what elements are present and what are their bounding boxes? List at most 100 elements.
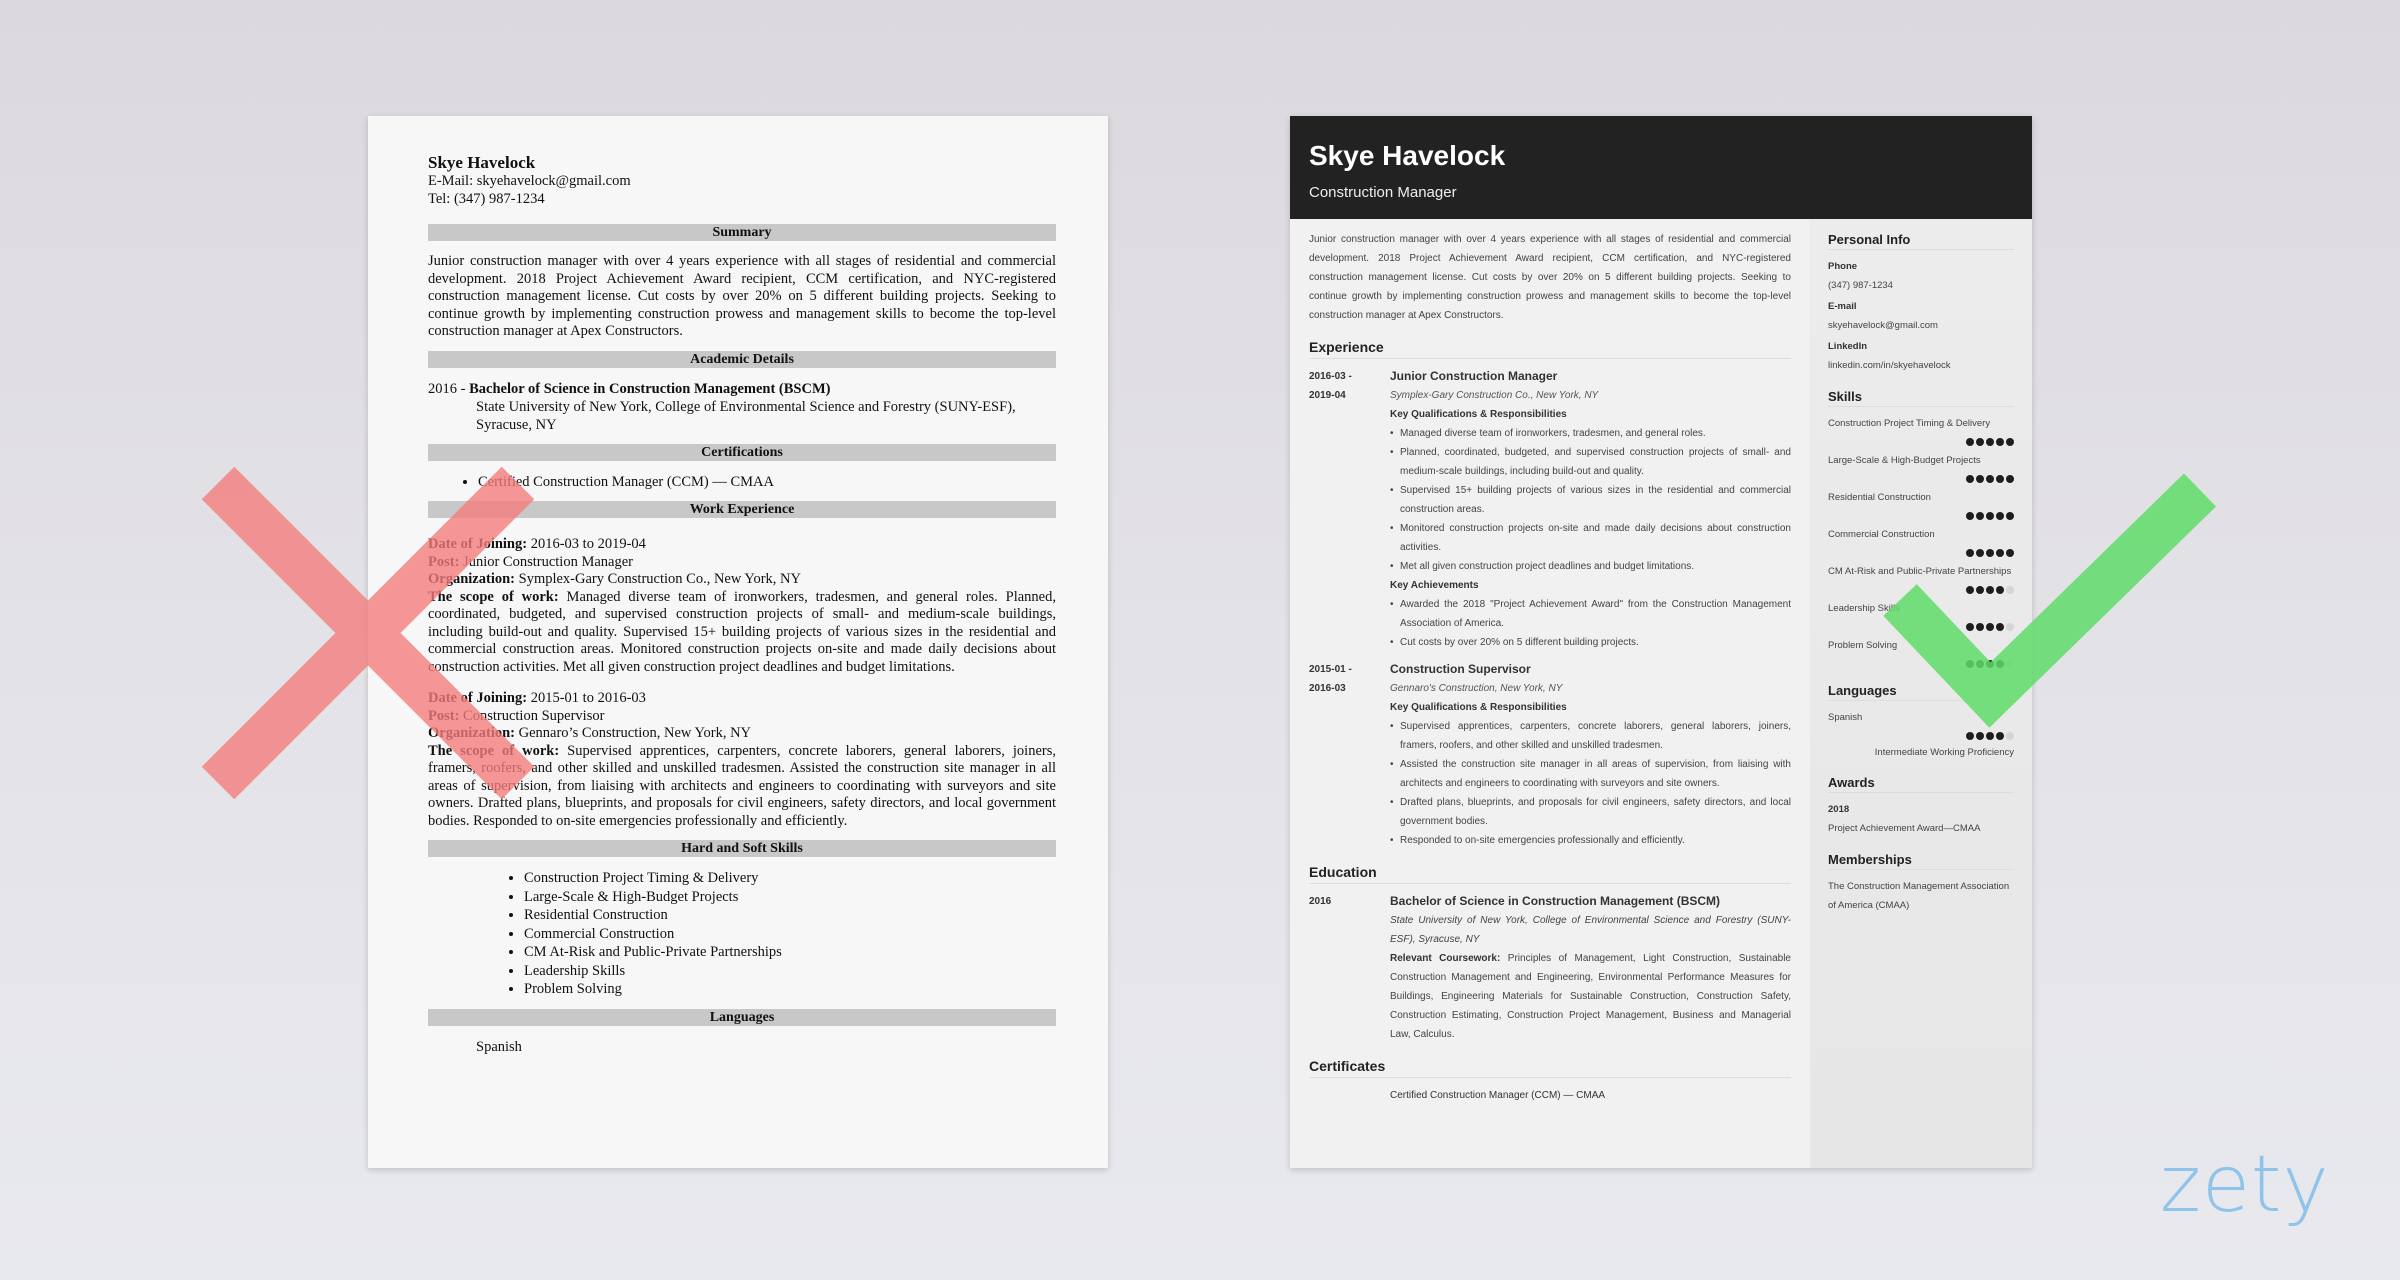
section-bar-academic: Academic Details xyxy=(428,350,1056,368)
heading-personal-info: Personal Info xyxy=(1828,232,2014,250)
list-item: Problem Solving xyxy=(524,980,1056,999)
zety-logo: zety xyxy=(2160,1140,2330,1230)
section-bar-languages: Languages xyxy=(428,1008,1056,1026)
section-bar-work: Work Experience xyxy=(428,501,1056,518)
date-end: 2019-04 xyxy=(1309,390,1346,401)
label: Post: xyxy=(428,553,460,570)
rating-dot-filled xyxy=(1986,732,1994,740)
coursework-label: Relevant Coursework: xyxy=(1390,953,1501,964)
job-org: Gennaro’s Construction, New York, NY xyxy=(515,725,752,741)
bullet-item: Cut costs by over 20% on 5 different bui… xyxy=(1390,633,1791,652)
bullet-item: Assisted the construction site manager i… xyxy=(1390,755,1791,793)
coursework-text: Principles of Management, Light Construc… xyxy=(1390,953,1791,1040)
entry-date: 2016-03 - 2019-04 xyxy=(1309,367,1390,652)
bad-edu-title: 2016 - Bachelor of Science in Constructi… xyxy=(428,380,1056,398)
rating-dot-filled xyxy=(1966,732,1974,740)
rating-dot-empty xyxy=(2006,732,2014,740)
bad-cert-list: Certified Construction Manager (CCM) — C… xyxy=(428,473,1056,492)
resume-name: Skye Havelock xyxy=(1309,140,1506,171)
resume-header: Skye Havelock Construction Manager xyxy=(1290,116,2032,219)
bullet-item: Supervised 15+ building projects of vari… xyxy=(1390,481,1791,519)
section-bar-summary: Summary xyxy=(428,224,1056,241)
label: Post: xyxy=(428,707,460,724)
heading-awards: Awards xyxy=(1828,775,2014,793)
rating-dot-empty xyxy=(2006,623,2014,631)
coursework: Relevant Coursework: Principles of Manag… xyxy=(1390,949,1791,1044)
bad-job-entry: Date of Joining: 2016-03 to 2019-04 Post… xyxy=(428,536,1056,676)
list-item: Large-Scale & High-Budget Projects xyxy=(524,888,1056,907)
job-post: Construction Supervisor xyxy=(459,707,605,724)
list-item: CM At-Risk and Public-Private Partnershi… xyxy=(524,943,1056,962)
job-role: Junior Construction Manager xyxy=(1390,369,1558,383)
bad-resume-content: Skye Havelock E-Mail: skyehavelock@gmail… xyxy=(428,154,1056,1056)
linkedin-label: LinkedIn xyxy=(1828,341,1868,352)
label: The scope of work: xyxy=(428,742,560,759)
bullet-item: Managed diverse team of ironworkers, tra… xyxy=(1390,424,1791,443)
skill-level-dots xyxy=(1828,470,2014,484)
rating-dot-filled xyxy=(1996,549,2004,557)
list-item: Construction Project Timing & Delivery xyxy=(524,869,1056,888)
rating-dot-filled xyxy=(1996,732,2004,740)
label: Organization: xyxy=(428,725,515,741)
bullet-item: Responded to on-site emergencies profess… xyxy=(1390,831,1791,850)
date-start: 2015-01 - xyxy=(1309,664,1352,675)
phone-label: Phone xyxy=(1828,261,1858,272)
rating-dot-filled xyxy=(2006,549,2014,557)
education-entry: 2016 Bachelor of Science in Construction… xyxy=(1309,892,1791,1044)
school: State University of New York, College of… xyxy=(1390,915,1791,945)
heading-experience: Experience xyxy=(1309,339,1791,359)
bullet-item: Supervised apprentices, carpenters, conc… xyxy=(1390,717,1791,755)
rating-dot-filled xyxy=(2006,438,2014,446)
bullet-item: Monitored construction projects on-site … xyxy=(1390,519,1791,557)
list-item: Residential Construction xyxy=(524,906,1056,925)
rating-dot-filled xyxy=(1966,623,1974,631)
skills-list: Construction Project Timing & Delivery La… xyxy=(1828,414,2014,669)
rating-dot-filled xyxy=(1976,475,1984,483)
rating-dot-filled xyxy=(1976,438,1984,446)
heading-languages: Languages xyxy=(1828,683,2014,701)
bullet-item: Awarded the 2018 "Project Achievement Aw… xyxy=(1390,595,1791,633)
entry-body: Bachelor of Science in Construction Mana… xyxy=(1390,892,1791,1044)
skill-level-dots xyxy=(1828,655,2014,669)
resume-summary: Junior construction manager with over 4 … xyxy=(1309,234,1791,321)
rating-dot-filled xyxy=(1966,549,1974,557)
subheading: Key Qualifications & Responsibilities xyxy=(1390,409,1567,420)
skill-level-dots xyxy=(1828,507,2014,521)
section-bar-certifications: Certifications xyxy=(428,443,1056,461)
rating-dot-filled xyxy=(1996,438,2004,446)
list-item: Commercial Construction xyxy=(524,925,1056,944)
phone-value: (347) 987-1234 xyxy=(1828,280,1893,291)
skill-level-dots xyxy=(1828,618,2014,632)
rating-dot-filled xyxy=(1976,586,1984,594)
rating-dot-filled xyxy=(1986,512,1994,520)
job-org: Symplex-Gary Construction Co., New York,… xyxy=(1390,390,1599,401)
rating-dot-filled xyxy=(1986,660,1994,668)
heading-skills: Skills xyxy=(1828,389,2014,407)
entry-date: 2016 xyxy=(1309,896,1332,907)
entry-body: Junior Construction Manager Symplex-Gary… xyxy=(1390,367,1791,652)
bad-edu-school: State University of New York, College of… xyxy=(476,398,1016,433)
skill-name: Construction Project Timing & Delivery xyxy=(1828,418,1991,429)
rating-dot-filled xyxy=(1996,623,2004,631)
job-org: Symplex-Gary Construction Co., New York,… xyxy=(515,571,801,587)
bullet-item: Drafted plans, blueprints, and proposals… xyxy=(1390,793,1791,831)
job-org: Gennaro's Construction, New York, NY xyxy=(1390,683,1563,694)
resume-title: Construction Manager xyxy=(1309,184,1457,201)
language-name: Spanish xyxy=(1828,712,1863,723)
rating-dot-filled xyxy=(1976,732,1984,740)
experience-entry: 2016-03 - 2019-04 Junior Construction Ma… xyxy=(1309,367,1791,652)
rating-dot-filled xyxy=(1986,475,1994,483)
award-name: Project Achievement Award—CMAA xyxy=(1828,823,1981,834)
skill-name: Problem Solving xyxy=(1828,640,1898,651)
rating-dot-filled xyxy=(2006,512,2014,520)
bad-resume-name: Skye Havelock xyxy=(428,153,536,172)
label: Date of Joining: xyxy=(428,690,528,706)
label: Organization: xyxy=(428,571,515,587)
bad-resume-summary: Junior construction manager with over 4 … xyxy=(428,253,1056,339)
entry-body: Construction Supervisor Gennaro's Constr… xyxy=(1390,660,1791,850)
rating-dot-filled xyxy=(1996,660,2004,668)
rating-dot-filled xyxy=(1966,660,1974,668)
bullet-item: Met all given construction project deadl… xyxy=(1390,557,1791,576)
rating-dot-filled xyxy=(1986,623,1994,631)
list-item: Certified Construction Manager (CCM) — C… xyxy=(478,473,1056,492)
